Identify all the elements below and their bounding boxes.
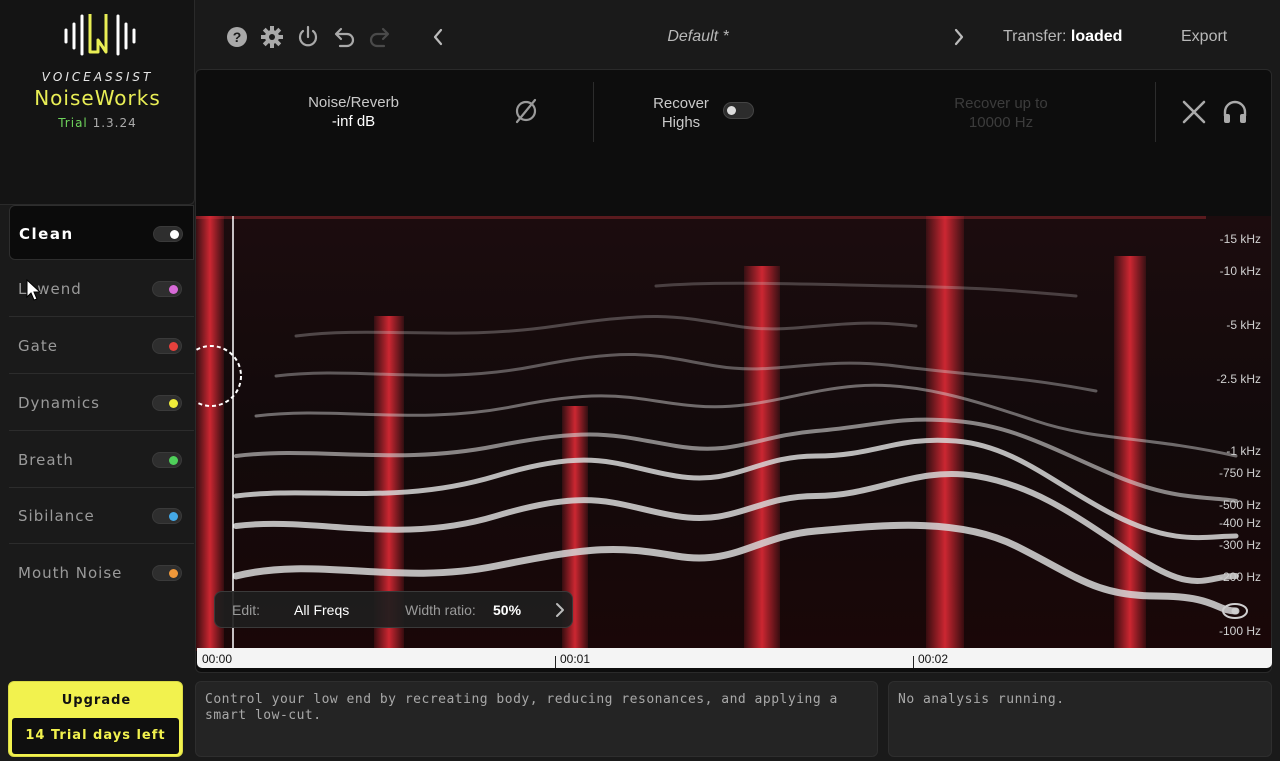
module-toggle[interactable] [152,281,182,297]
edit-mode-value[interactable]: All Freqs [294,602,349,618]
brand-name: NoiseWorks [34,86,161,110]
module-toggle[interactable] [152,565,182,581]
freq-label: -1 kHz [1226,444,1261,458]
module-label: Dynamics [18,394,100,412]
main-panel: Noise/Reverb -inf dB Recover Highs Recov… [195,69,1272,673]
freq-label: -750 Hz [1218,466,1261,480]
freq-label: -2.5 kHz [1216,372,1261,386]
headphones-icon[interactable] [1221,98,1249,126]
time-tick: 00:00 [202,652,233,666]
module-color-dot [169,456,178,465]
phase-invert-icon[interactable] [512,97,540,125]
module-color-dot [169,285,178,294]
brand-panel: VOICEASSIST NoiseWorks Trial 1.3.24 [0,0,195,205]
module-label: Breath [18,451,74,469]
transient-band [744,266,780,651]
voiceassist-logo-icon [64,14,136,56]
preset-prev-chevron-icon[interactable] [428,25,448,49]
module-toggle[interactable] [152,395,182,411]
module-gate[interactable]: Gate [9,318,194,374]
freq-label: -300 Hz [1218,538,1261,552]
module-dynamics[interactable]: Dynamics [9,375,194,431]
recover-highs-toggle[interactable] [723,102,754,119]
preset-name[interactable]: Default * [600,28,796,46]
tick-mark [913,656,914,668]
freq-label: -200 Hz [1218,570,1261,584]
module-color-dot [169,399,178,408]
module-label: Gate [18,337,58,355]
chevron-right-icon[interactable] [553,602,567,618]
preset-next-chevron-icon[interactable] [949,25,969,49]
module-description-panel: Control your low end by recreating body,… [195,681,878,757]
module-label: Mouth Noise [18,564,123,582]
module-label: Sibilance [18,507,95,525]
analysis-status: No analysis running. [898,692,1065,707]
width-ratio-label: Width ratio: [405,602,476,618]
trial-days-label: 14 Trial days left [25,728,166,743]
settings-icon[interactable] [259,24,285,50]
module-clean[interactable]: Clean [9,205,194,260]
tick-mark [555,656,556,668]
edit-control[interactable]: Edit: All Freqs Width ratio: 50% [214,591,573,628]
transfer-status[interactable]: Transfer: loaded [1003,28,1122,46]
recover-up-to-label: Recover up to 10000 Hz [916,94,1086,132]
module-breath[interactable]: Breath [9,432,194,488]
time-tick: 00:02 [918,652,949,666]
module-toggle[interactable] [152,452,182,468]
freq-label: -500 Hz [1218,498,1261,512]
brand-supertitle: VOICEASSIST [41,70,154,84]
undo-icon[interactable] [331,24,357,50]
recover-up-line-1: Recover up to [954,95,1048,112]
transient-band [196,216,224,651]
version-number: 1.3.24 [92,116,137,130]
recover-label-line-1: Recover [653,95,709,112]
redo-icon [369,27,390,48]
width-ratio-value[interactable]: 50% [493,602,521,618]
trial-tag: Trial [58,116,88,130]
transfer-value: loaded [1070,28,1123,45]
module-mouth-noise[interactable]: Mouth Noise [9,545,194,601]
freq-label: -100 Hz [1218,624,1261,638]
freq-label: -10 kHz [1219,264,1261,278]
timeline-ruler[interactable]: 00:00 00:01 00:02 [197,648,1272,668]
module-description: Control your low end by recreating body,… [205,692,838,723]
power-icon[interactable] [295,24,321,50]
upgrade-button[interactable]: Upgrade 14 Trial days left [8,681,183,757]
freq-label: -5 kHz [1226,318,1261,332]
noise-reverb-value[interactable]: -inf dB [286,113,421,130]
brand-version: Trial 1.3.24 [0,116,195,130]
export-button[interactable]: Export [1181,28,1227,46]
module-label: Clean [19,225,74,243]
sidebar: VOICEASSIST NoiseWorks Trial 1.3.24 Clea… [0,0,195,761]
help-icon[interactable]: ? [224,24,250,50]
freq-label: -15 kHz [1219,232,1261,246]
recover-highs-label: Recover Highs [636,94,726,132]
toggle-knob [727,106,736,115]
spectrogram[interactable] [196,216,1272,651]
module-toggle[interactable] [152,338,182,354]
module-color-dot [169,512,178,521]
analysis-status-panel: No analysis running. [888,681,1272,757]
module-toggle[interactable] [153,226,183,242]
freq-label: -400 Hz [1218,516,1261,530]
upgrade-label: Upgrade [61,693,132,708]
module-color-dot [169,569,178,578]
mouse-pointer-icon [26,279,42,301]
svg-text:?: ? [233,29,242,45]
recover-up-line-2: 10000 Hz [968,114,1034,131]
module-sibilance[interactable]: Sibilance [9,488,194,544]
time-tick: 00:01 [560,652,591,666]
module-toggle[interactable] [152,508,182,524]
module-color-dot [169,342,178,351]
recover-label-line-2: Highs [661,114,701,131]
edit-label: Edit: [232,602,261,618]
module-color-dot [170,230,179,239]
transient-band [926,216,964,651]
trial-days-badge: 14 Trial days left [12,718,179,754]
divider [593,82,594,142]
transfer-label: Transfer: [1003,28,1067,45]
close-icon[interactable] [1180,98,1208,126]
divider [1155,82,1156,142]
noise-reverb-label: Noise/Reverb [308,94,399,111]
